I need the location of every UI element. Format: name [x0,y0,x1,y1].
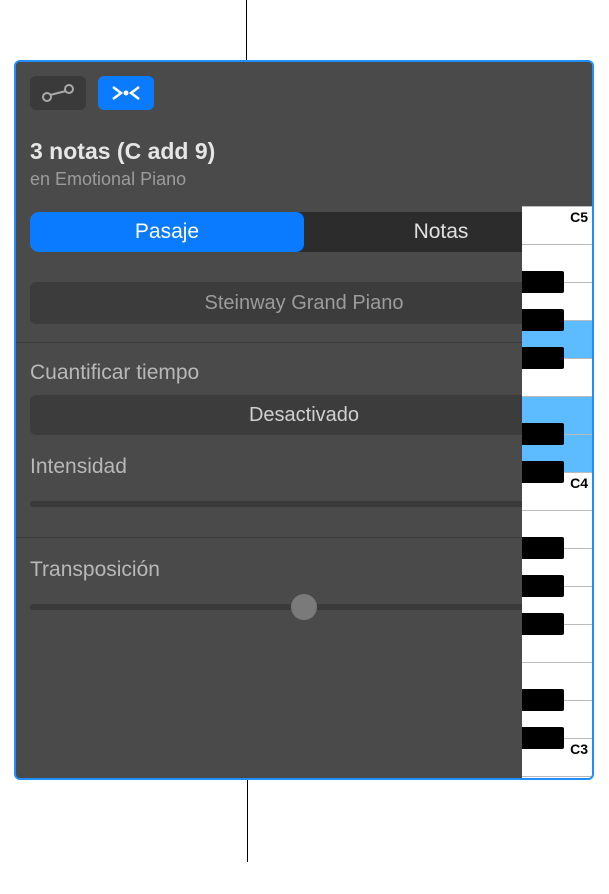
callout-line-top [246,0,247,64]
key-label: C4 [570,475,588,491]
black-key[interactable] [522,689,564,711]
black-key[interactable] [522,347,564,369]
automation-button[interactable] [30,76,86,110]
white-key[interactable]: C5 [522,206,592,244]
black-key[interactable] [522,613,564,635]
black-key[interactable] [522,575,564,597]
toolbar [30,76,578,110]
black-key[interactable] [522,271,564,293]
divider [16,342,592,343]
transposition-handle[interactable] [291,594,317,620]
white-key[interactable] [522,776,592,780]
tab-control: Pasaje Notas [30,212,578,252]
panel-content: 3 notas (C add 9) en Emotional Piano Pas… [16,62,592,778]
intensity-slider[interactable] [30,489,578,519]
black-key[interactable] [522,423,564,445]
tab-region[interactable]: Pasaje [30,212,304,252]
transposition-label: Transposición [30,558,160,582]
black-key[interactable] [522,309,564,331]
note-marker [592,367,594,387]
transposition-slider[interactable] [30,592,578,622]
black-key[interactable] [522,727,564,749]
transposition-row: Transposición 0 [30,556,578,582]
region-title: 3 notas (C add 9) [30,138,578,165]
quantize-select[interactable]: Desactivado [30,395,578,435]
inspector-panel: 3 notas (C add 9) en Emotional Piano Pas… [14,60,594,780]
instrument-name[interactable]: Steinway Grand Piano [30,282,578,324]
merge-icon [109,83,143,103]
piano-keyboard[interactable]: C5 C4 C3 [522,206,592,778]
merge-button[interactable] [98,76,154,110]
quantize-value: Desactivado [249,404,359,427]
note-marker [592,557,594,577]
automation-icon [41,83,75,103]
panel-inner: 3 notas (C add 9) en Emotional Piano Pas… [16,62,592,778]
intensity-label: Intensidad [30,455,127,479]
divider [16,537,592,538]
intensity-row: Intensidad 100 [30,453,578,479]
black-key[interactable] [522,537,564,559]
key-label: C5 [570,209,588,225]
key-label: C3 [570,741,588,757]
slider-track [30,501,578,507]
quantize-label: Cuantificar tiempo [30,361,578,385]
region-subtitle: en Emotional Piano [30,169,578,190]
black-key[interactable] [522,461,564,483]
